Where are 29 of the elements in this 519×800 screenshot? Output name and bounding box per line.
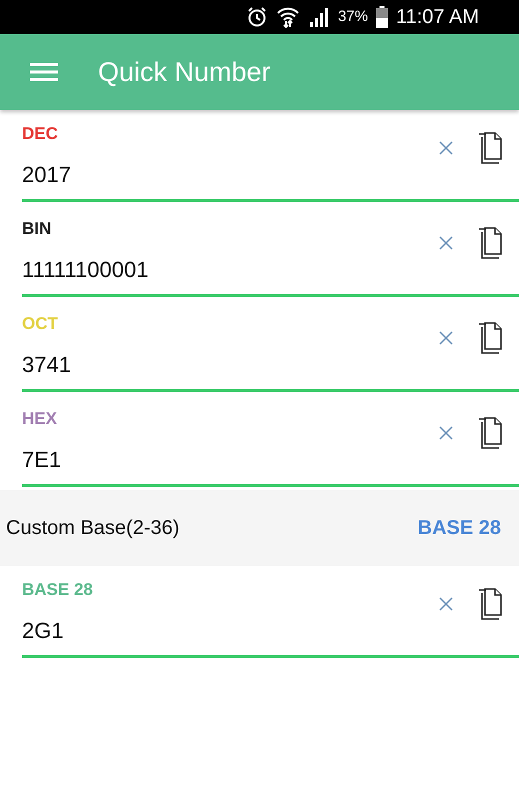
clear-icon[interactable] bbox=[439, 426, 453, 440]
wifi-icon bbox=[276, 6, 300, 28]
clock: 11:07 AM bbox=[396, 5, 479, 30]
battery-percent: 37% bbox=[338, 6, 368, 27]
copy-icon[interactable] bbox=[477, 226, 503, 258]
field-label: BASE 28 bbox=[22, 580, 93, 600]
number-field[interactable]: 11111100001 bbox=[22, 253, 415, 286]
signal-icon bbox=[308, 6, 330, 28]
number-field[interactable]: 3741 bbox=[22, 348, 415, 381]
field-label: OCT bbox=[22, 314, 58, 334]
clear-icon[interactable] bbox=[439, 330, 453, 344]
copy-icon[interactable] bbox=[477, 132, 503, 164]
menu-button[interactable] bbox=[30, 62, 58, 82]
clear-icon[interactable] bbox=[439, 140, 453, 154]
number-field[interactable]: 2G1 bbox=[22, 614, 415, 647]
copy-icon[interactable] bbox=[477, 322, 503, 354]
number-field[interactable]: 2017 bbox=[22, 158, 415, 191]
copy-icon[interactable] bbox=[477, 588, 503, 620]
battery-icon bbox=[376, 6, 388, 28]
number-field[interactable]: 7E1 bbox=[22, 443, 415, 476]
custom-base-label: Custom Base(2-36) bbox=[6, 516, 180, 541]
copy-icon[interactable] bbox=[477, 416, 503, 448]
alarm-clock-icon bbox=[246, 6, 268, 28]
app-title: Quick Number bbox=[98, 56, 271, 88]
clear-icon[interactable] bbox=[439, 236, 453, 250]
clear-icon[interactable] bbox=[439, 596, 453, 610]
field-label: HEX bbox=[22, 409, 57, 429]
field-label: BIN bbox=[22, 219, 52, 239]
field-label: DEC bbox=[22, 124, 58, 144]
